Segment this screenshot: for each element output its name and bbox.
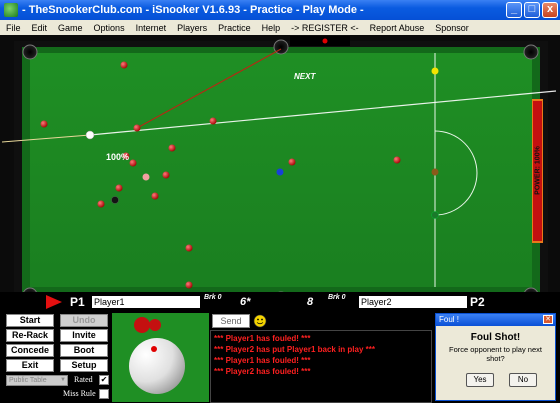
dialog-title-bar: Foul ! ✕ — [436, 314, 555, 326]
red-ball — [120, 61, 128, 69]
menu-practice[interactable]: Practice — [212, 23, 256, 33]
red-ball — [209, 117, 217, 125]
dialog-message: Force opponent to play next shot? — [449, 345, 542, 363]
boot-button[interactable]: Boot — [60, 344, 108, 357]
rated-checkbox[interactable]: ✔ — [99, 375, 109, 385]
invite-button[interactable]: Invite — [60, 329, 108, 342]
table-type-value: Public Table — [9, 377, 47, 384]
chat-input[interactable] — [270, 314, 432, 328]
dialog-heading: Foul Shot! — [470, 332, 521, 343]
window-title: - TheSnookerClub.com - iSnooker V1.6.93 … — [22, 4, 364, 16]
green-ball — [431, 211, 439, 219]
chat-log: *** Player1 has fouled! *** *** Player2 … — [210, 330, 432, 403]
red-ball — [115, 184, 123, 192]
player1-tag: P1 — [70, 295, 85, 309]
pocket-top-left — [22, 44, 38, 60]
turn-arrow-icon — [46, 295, 62, 309]
foul-dialog: Foul ! ✕ Foul Shot! Force opponent to pl… — [435, 313, 556, 401]
black-ball — [111, 196, 119, 204]
snooker-table[interactable] — [0, 35, 560, 311]
smiley-icon[interactable] — [253, 314, 267, 328]
chat-message: *** Player2 has fouled! *** — [214, 367, 311, 376]
menu-file[interactable]: File — [0, 23, 26, 33]
player1-score: 6* — [240, 296, 251, 308]
pink-ball — [142, 173, 150, 181]
blue-ball — [276, 168, 284, 176]
brown-ball — [431, 168, 439, 176]
cue-ball-view[interactable] — [112, 313, 209, 402]
dialog-close-icon[interactable]: ✕ — [543, 315, 553, 324]
player2-score: 8 — [307, 296, 314, 308]
chat-message: *** Player2 has put Player1 back in play… — [214, 345, 375, 354]
player2-break: Brk 0 — [328, 294, 346, 301]
miss-rule-label: Miss Rule — [63, 389, 96, 398]
menu-bar: File Edit Game Options Internet Players … — [0, 20, 560, 35]
player2-tag: P2 — [470, 295, 485, 309]
menu-report-abuse[interactable]: Report Abuse — [364, 23, 430, 33]
red-ball — [162, 171, 170, 179]
menu-internet[interactable]: Internet — [130, 23, 172, 33]
red-ball — [40, 120, 48, 128]
cue-ball — [85, 130, 95, 140]
exit-button[interactable]: Exit — [6, 359, 54, 372]
menu-options[interactable]: Options — [88, 23, 130, 33]
app-icon — [4, 3, 18, 17]
menu-sponsor[interactable]: Sponsor — [429, 23, 474, 33]
pocket-top-right — [523, 44, 539, 60]
scoreboard: P1 Player1 Brk 0 6* 8 Brk 0 Player2 P2 — [0, 292, 560, 311]
rated-label: Rated — [74, 375, 93, 384]
power-label: POWER: 100% — [534, 146, 542, 195]
concede-button[interactable]: Concede — [6, 344, 54, 357]
control-panel: Start Undo Re-Rack Invite Concede Boot E… — [0, 311, 560, 403]
chevron-down-icon: ▼ — [60, 377, 66, 383]
red-ball — [185, 244, 193, 252]
undo-button[interactable]: Undo — [60, 314, 108, 327]
send-button[interactable]: Send — [212, 314, 250, 328]
no-button[interactable]: No — [509, 373, 537, 387]
start-button[interactable]: Start — [6, 314, 54, 327]
red-ball — [151, 192, 159, 200]
table-type-select[interactable]: Public Table ▼ — [6, 375, 68, 386]
rerack-button[interactable]: Re-Rack — [6, 329, 54, 342]
menu-game[interactable]: Game — [52, 23, 88, 33]
chat-message: *** Player1 has fouled! *** — [214, 334, 311, 343]
close-button[interactable]: x — [542, 2, 558, 18]
next-ball-indicator — [322, 38, 328, 44]
red-ball — [133, 124, 141, 132]
next-label: NEXT — [294, 72, 316, 81]
red-ball — [168, 144, 176, 152]
player1-break: Brk 0 — [204, 294, 222, 301]
menu-help[interactable]: Help — [256, 23, 286, 33]
dialog-title: Foul ! — [439, 315, 460, 324]
red-ball — [288, 158, 296, 166]
setup-button[interactable]: Setup — [60, 359, 108, 372]
player2-name: Player2 — [359, 296, 467, 308]
red-ball — [185, 281, 193, 289]
menu-players[interactable]: Players — [171, 23, 212, 33]
maximize-button[interactable]: □ — [524, 2, 540, 18]
title-bar: - TheSnookerClub.com - iSnooker V1.6.93 … — [0, 0, 560, 20]
red-ball — [129, 159, 137, 167]
player1-name: Player1 — [92, 296, 200, 308]
aim-percent: 100% — [106, 152, 130, 162]
miss-rule-checkbox[interactable] — [99, 389, 109, 399]
red-ball — [393, 156, 401, 164]
chat-message: *** Player1 has fouled! *** — [214, 356, 311, 365]
next-indicator-bg — [290, 36, 350, 46]
snooker-table-area[interactable]: NEXT 100% POWER: 100% — [0, 35, 560, 311]
red-ball — [97, 200, 105, 208]
menu-register[interactable]: -> REGISTER <- — [285, 23, 364, 33]
menu-edit[interactable]: Edit — [26, 23, 53, 33]
yes-button[interactable]: Yes — [466, 373, 494, 387]
minimize-button[interactable]: _ — [506, 2, 522, 18]
yellow-ball — [431, 67, 439, 75]
